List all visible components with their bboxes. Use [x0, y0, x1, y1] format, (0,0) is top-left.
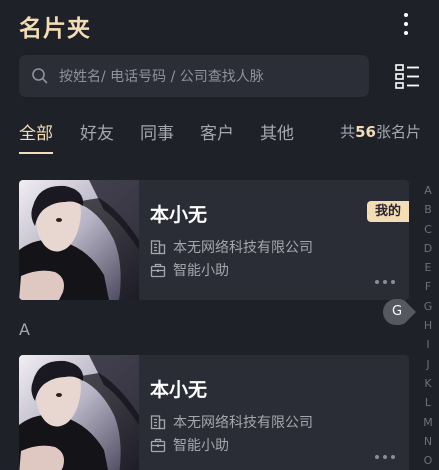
list-view-icon[interactable] — [395, 64, 420, 89]
business-card[interactable]: 本小无 本无网络科技有限公司 智能小助 — [19, 355, 409, 470]
index-letter-k[interactable]: K — [420, 374, 436, 393]
index-letter-e[interactable]: E — [420, 258, 436, 277]
index-letter-b[interactable]: B — [420, 200, 436, 219]
briefcase-icon — [150, 438, 166, 453]
card-name: 本小无 — [150, 204, 208, 226]
index-letter-o[interactable]: O — [420, 451, 436, 470]
index-letter-n[interactable]: N — [420, 432, 436, 451]
company-row: 本无网络科技有限公司 — [150, 237, 313, 257]
alphabet-index[interactable]: A B C D E F G H I J K L M N O — [420, 181, 436, 470]
more-vertical-icon[interactable] — [396, 12, 416, 36]
search-input[interactable] — [57, 55, 366, 99]
building-icon — [150, 415, 166, 430]
index-letter-h[interactable]: H — [420, 316, 436, 335]
position-title: 智能小助 — [173, 438, 229, 454]
index-letter-a[interactable]: A — [420, 181, 436, 200]
card-more-icon[interactable] — [375, 279, 395, 285]
tab-colleagues[interactable]: 同事 — [140, 119, 174, 144]
card-count: 共56张名片 — [340, 121, 421, 142]
position-row: 智能小助 — [150, 435, 229, 455]
company-name: 本无网络科技有限公司 — [173, 415, 313, 431]
avatar-photo — [19, 180, 139, 300]
index-letter-c[interactable]: C — [420, 220, 436, 239]
index-letter-l[interactable]: L — [420, 393, 436, 412]
card-count-suffix: 张名片 — [375, 123, 421, 141]
mine-badge: 我的 — [366, 201, 409, 222]
index-letter-d[interactable]: D — [420, 239, 436, 258]
index-letter-g[interactable]: G — [420, 297, 436, 316]
card-name: 本小无 — [150, 379, 208, 401]
index-letter-m[interactable]: M — [420, 413, 436, 432]
card-holder-screen: 名片夹 全部 好友 同事 客户 其他 共56张名片 — [0, 0, 439, 470]
active-tab-indicator — [19, 152, 53, 154]
section-header: A — [19, 320, 30, 339]
position-title: 智能小助 — [173, 263, 229, 279]
position-row: 智能小助 — [150, 260, 229, 280]
page-title: 名片夹 — [19, 16, 91, 42]
tab-clients[interactable]: 客户 — [200, 119, 234, 144]
card-count-prefix: 共 — [340, 123, 356, 141]
index-letter-i[interactable]: I — [420, 335, 436, 354]
index-letter-f[interactable]: F — [420, 277, 436, 296]
search-icon — [32, 68, 48, 84]
tab-friends[interactable]: 好友 — [80, 119, 114, 144]
briefcase-icon — [150, 263, 166, 278]
company-name: 本无网络科技有限公司 — [173, 240, 313, 256]
index-letter-j[interactable]: J — [420, 355, 436, 374]
tab-others[interactable]: 其他 — [260, 119, 294, 144]
tab-all[interactable]: 全部 — [19, 119, 53, 144]
search-box[interactable] — [19, 55, 369, 99]
company-row: 本无网络科技有限公司 — [150, 412, 313, 432]
card-more-icon[interactable] — [375, 454, 395, 460]
index-bubble-letter: G — [391, 304, 403, 319]
avatar-photo — [19, 355, 139, 470]
card-count-number: 56 — [355, 123, 376, 141]
business-card-mine[interactable]: 本小无 我的 本无网络科技有限公司 智能小助 — [19, 180, 409, 300]
building-icon — [150, 240, 166, 255]
